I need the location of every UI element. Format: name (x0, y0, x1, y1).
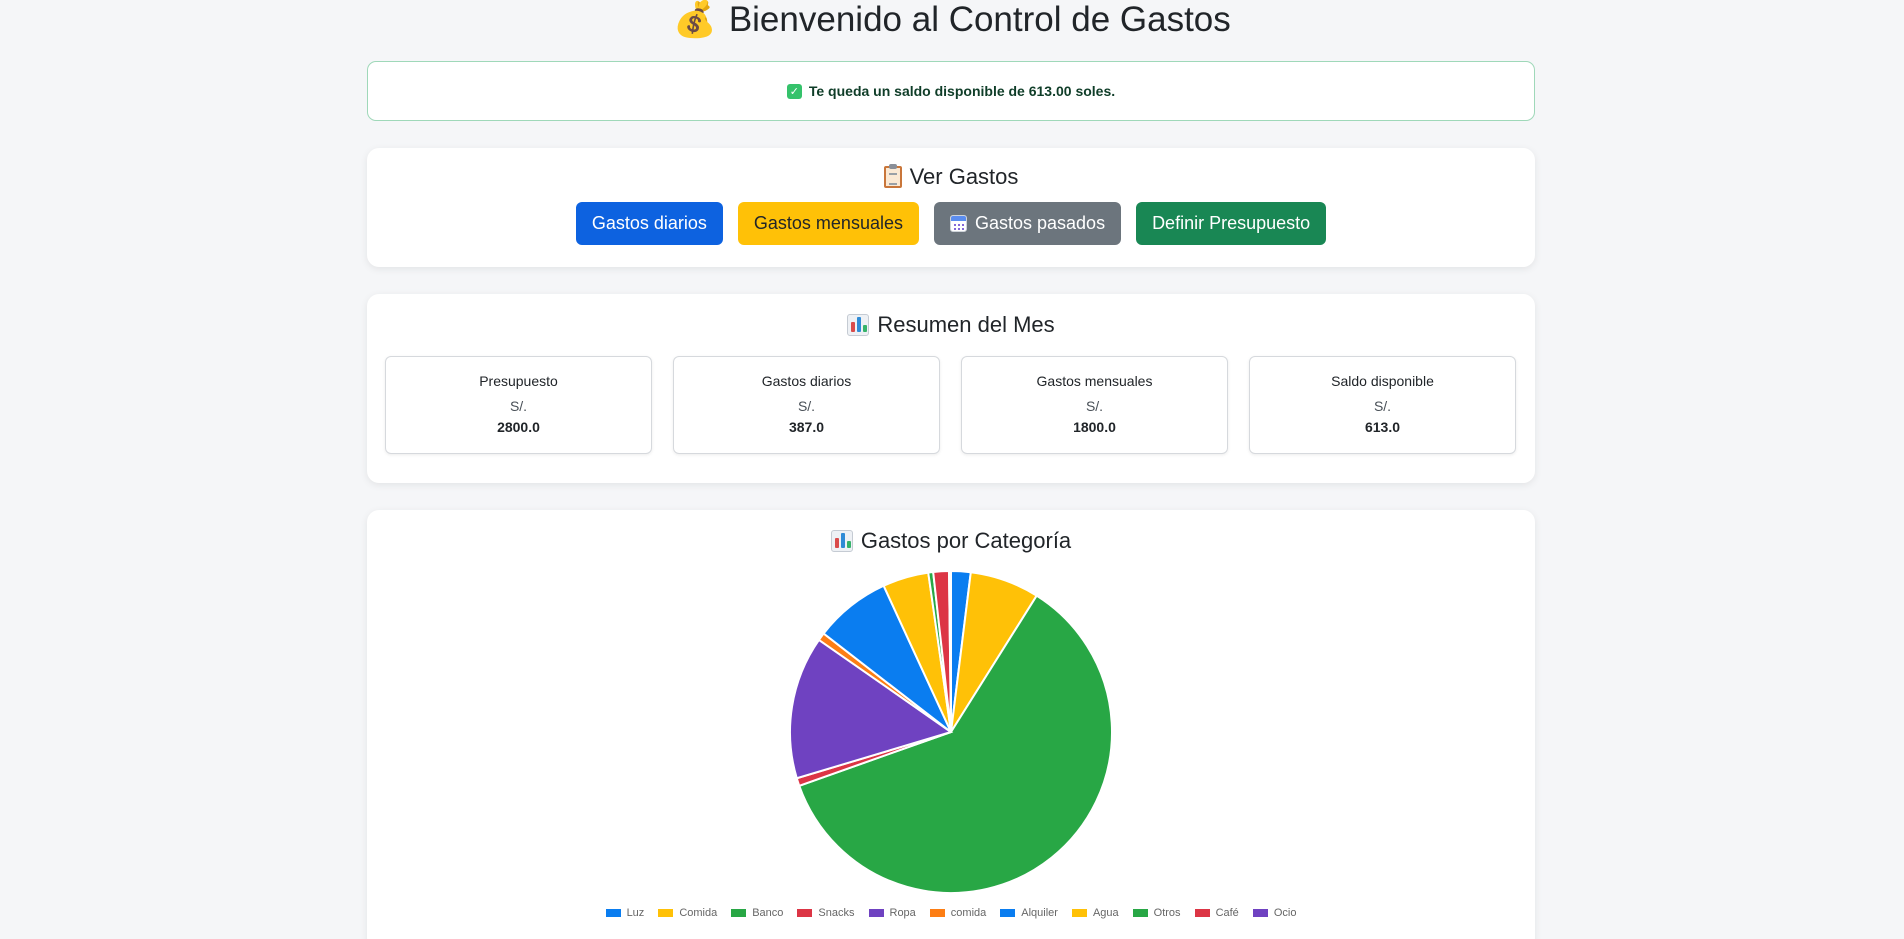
stat-currency: S/. (797, 398, 816, 414)
stat-label: Gastos mensuales (1036, 373, 1153, 389)
legend-label: Ropa (889, 907, 916, 919)
categorias-card: Gastos por Categoría Luz Comida Banco Snack… (367, 510, 1535, 939)
legend-item-agua[interactable]: Agua (1071, 907, 1119, 919)
balance-alert: ✓ Te queda un saldo disponible de 613.00… (367, 61, 1535, 121)
legend-label: Agua (1092, 907, 1119, 919)
bar-chart-icon (847, 314, 870, 336)
stat-gastos-diarios: Gastos diarios S/. 387.0 (673, 356, 940, 454)
legend-swatch (1000, 909, 1016, 917)
legend-item-comida[interactable]: comida (929, 907, 987, 919)
legend-swatch (1132, 909, 1148, 917)
legend-item-snacks[interactable]: Snacks (797, 907, 855, 919)
check-icon: ✓ (786, 83, 802, 99)
legend-label: Alquiler (1021, 907, 1058, 919)
legend-swatch (658, 909, 674, 917)
stat-gastos-mensuales: Gastos mensuales S/. 1800.0 (961, 356, 1228, 454)
money-bag-icon: 💰 (673, 0, 717, 39)
legend-label: comida (950, 907, 987, 919)
stat-label: Presupuesto (479, 373, 558, 389)
legend-label: Banco (752, 907, 784, 919)
legend-swatch (731, 909, 747, 917)
definir-presupuesto-button[interactable]: Definir Presupuesto (1136, 202, 1327, 245)
resumen-card: Resumen del Mes Presupuesto S/. 2800.0 G… (367, 294, 1535, 483)
legend-swatch (1252, 909, 1268, 917)
page-title: 💰 Bienvenido al Control de Gastos (673, 0, 1231, 39)
alert-message: Te queda un saldo disponible de 613.00 s… (808, 83, 1116, 99)
gastos-diarios-button[interactable]: Gastos diarios (575, 202, 723, 245)
legend-swatch (605, 909, 621, 917)
ver-gastos-buttons: Gastos diarios Gastos mensuales Gastos p… (367, 202, 1535, 245)
legend-label: Comida (679, 907, 718, 919)
gastos-pasados-button[interactable]: Gastos pasados (933, 202, 1122, 245)
legend-swatch (797, 909, 813, 917)
page: 💰 Bienvenido al Control de Gastos ✓ Te qu… (0, 0, 1904, 939)
stat-label: Gastos diarios (761, 373, 852, 389)
legend-label: Otros (1153, 907, 1181, 919)
pie-chart (789, 569, 1113, 894)
legend-swatch (868, 909, 884, 917)
chart-legend: Luz Comida Banco Snacks Ropa comida Alquiler Ag… (367, 907, 1535, 919)
stats-row: Presupuesto S/. 2800.0 Gastos diarios S/… (367, 356, 1535, 454)
stat-value: 2800.0 (497, 419, 540, 435)
legend-item-ocio[interactable]: Ocio (1252, 907, 1297, 919)
legend-item-otros[interactable]: Otros (1132, 907, 1181, 919)
stat-value: 1800.0 (1073, 419, 1116, 435)
ver-gastos-card: Ver Gastos Gastos diarios Gastos mensual… (367, 148, 1535, 267)
stat-currency: S/. (509, 398, 528, 414)
legend-label: Ocio (1273, 907, 1297, 919)
legend-swatch (929, 909, 945, 917)
stat-presupuesto: Presupuesto S/. 2800.0 (385, 356, 652, 454)
stat-saldo-disponible: Saldo disponible S/. 613.0 (1249, 356, 1516, 454)
legend-item-alquiler[interactable]: Alquiler (1000, 907, 1058, 919)
legend-item-banco[interactable]: Banco (731, 907, 783, 919)
legend-label: Snacks (818, 907, 855, 919)
calendar-icon (949, 215, 967, 232)
stat-currency: S/. (1085, 398, 1104, 414)
legend-item-luz[interactable]: Luz (605, 907, 645, 919)
legend-item-comida[interactable]: Comida (658, 907, 717, 919)
legend-label: Luz (626, 907, 645, 919)
ver-gastos-title: Ver Gastos (367, 148, 1535, 190)
legend-label: Café (1215, 907, 1239, 919)
stat-value: 387.0 (788, 419, 825, 435)
legend-item-café[interactable]: Café (1194, 907, 1239, 919)
gastos-mensuales-button[interactable]: Gastos mensuales (737, 202, 919, 245)
clipboard-icon (883, 164, 902, 188)
legend-item-ropa[interactable]: Ropa (868, 907, 916, 919)
legend-swatch (1194, 909, 1210, 917)
legend-swatch (1071, 909, 1087, 917)
resumen-title: Resumen del Mes (367, 294, 1535, 338)
stat-currency: S/. (1373, 398, 1392, 414)
stat-value: 613.0 (1364, 419, 1401, 435)
stat-label: Saldo disponible (1331, 373, 1434, 389)
